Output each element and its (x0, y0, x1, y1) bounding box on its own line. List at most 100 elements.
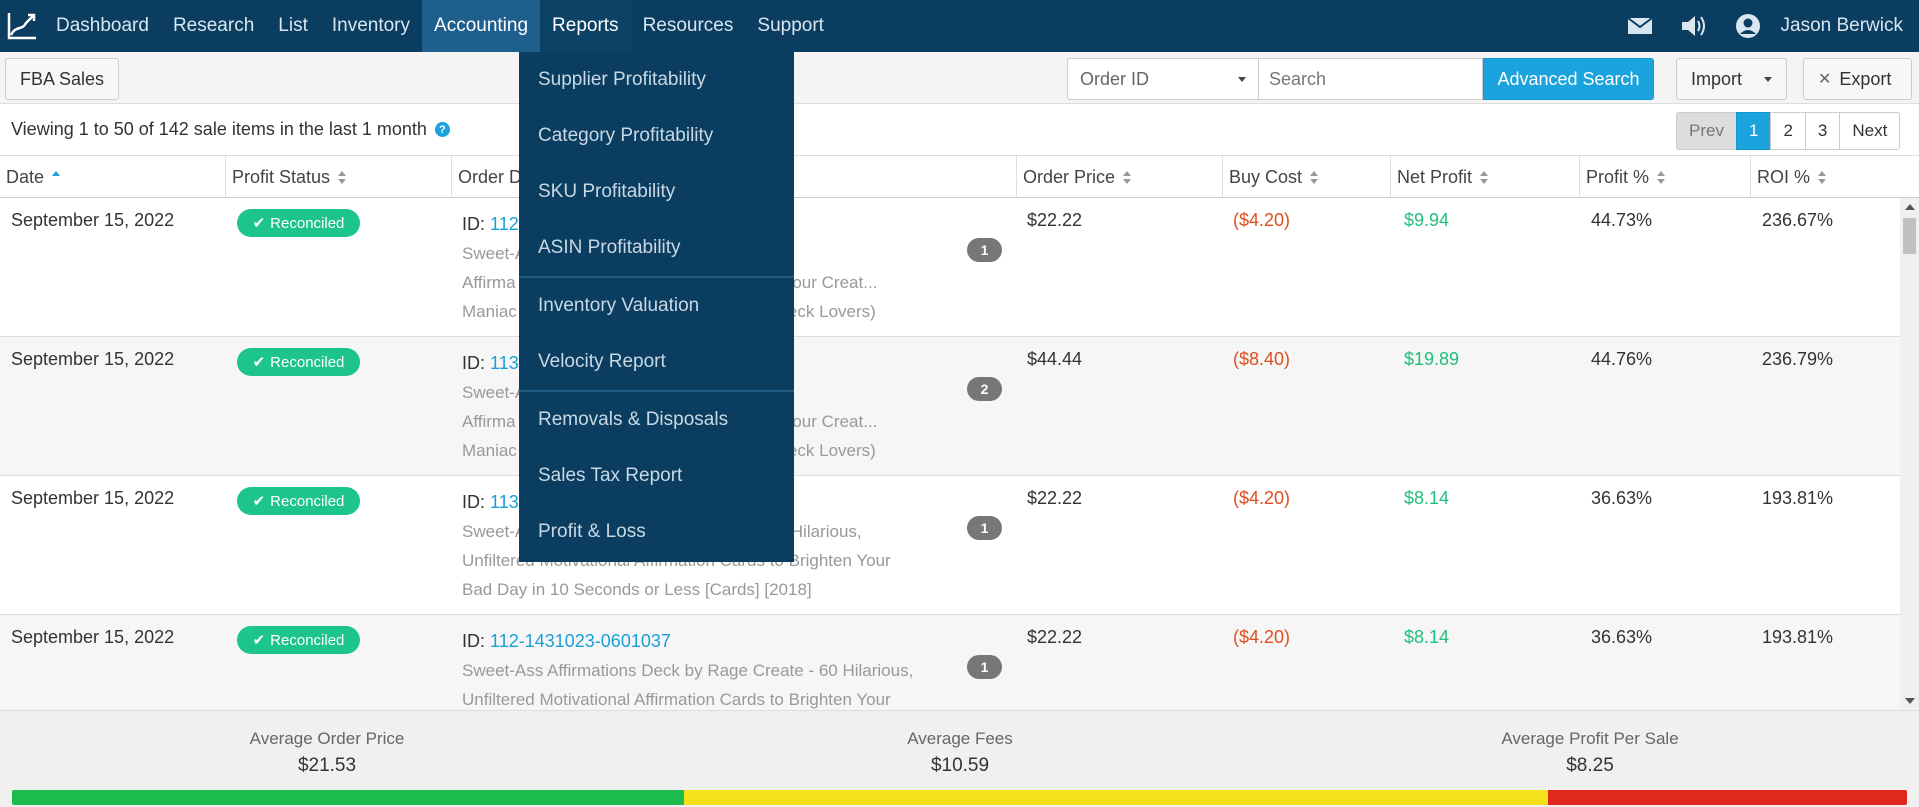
quantity-badge: 1 (967, 238, 1002, 262)
order-id-link[interactable]: 113 (490, 492, 519, 512)
table-row[interactable]: September 15, 2022 ✔ Reconciled ID: 112 S… (0, 198, 1900, 337)
menu-asin-profitability[interactable]: ASIN Profitability (519, 220, 794, 276)
mail-icon[interactable] (1625, 11, 1655, 41)
order-id-label: ID: (462, 492, 486, 512)
table-row[interactable]: September 15, 2022 ✔ Reconciled ID: 113 S… (0, 337, 1900, 476)
menu-removals-disposals[interactable]: Removals & Disposals (519, 392, 794, 448)
roi-pct: 236.79% (1762, 349, 1834, 369)
search-field-select[interactable]: Order ID (1067, 58, 1259, 100)
status-label: Reconciled (270, 214, 345, 232)
menu-inventory-valuation[interactable]: Inventory Valuation (519, 278, 794, 334)
export-label: Export (1839, 68, 1892, 89)
menu-sku-profitability[interactable]: SKU Profitability (519, 164, 794, 220)
import-label: Import (1691, 68, 1743, 89)
toolbar: FBA Sales Order ID Advanced Search Impor… (0, 52, 1919, 104)
avg-profit-stat: Average Profit Per Sale $8.25 (1440, 729, 1740, 777)
menu-profit-loss[interactable]: Profit & Loss (519, 504, 794, 560)
order-id-label: ID: (462, 214, 486, 234)
sort-asc-icon (52, 170, 61, 184)
app-logo-icon[interactable] (0, 0, 44, 52)
status-badge: ✔ Reconciled (237, 626, 360, 654)
nav-reports[interactable]: Reports (540, 0, 631, 52)
caret-down-icon (1238, 76, 1246, 82)
avg-order-price-value: $21.53 (297, 755, 357, 776)
nav-list[interactable]: List (266, 0, 320, 52)
net-profit: $19.89 (1404, 349, 1460, 369)
bar-segment-order-price (12, 790, 684, 805)
order-id-link[interactable]: 113 (490, 353, 519, 373)
column-profit-pct[interactable]: Profit % (1579, 156, 1750, 198)
status-label: Reconciled (270, 631, 345, 649)
results-summary-bar: Viewing 1 to 50 of 142 sale items in the… (0, 104, 1919, 156)
profit-pct: 36.63% (1591, 488, 1653, 508)
column-buy-cost-label: Buy Cost (1229, 166, 1303, 187)
nav-research[interactable]: Research (161, 0, 266, 52)
nav-inventory[interactable]: Inventory (320, 0, 422, 52)
pager-page-2[interactable]: 2 (1770, 112, 1806, 150)
pager-next[interactable]: Next (1839, 112, 1901, 150)
roi-pct: 236.67% (1762, 210, 1834, 230)
order-price: $22.22 (1027, 627, 1083, 647)
profit-pct: 44.73% (1591, 210, 1653, 230)
status-badge: ✔ Reconciled (237, 348, 360, 376)
nav-support[interactable]: Support (745, 0, 836, 52)
table-scrollbar[interactable] (1900, 198, 1919, 710)
order-price: $44.44 (1027, 349, 1083, 369)
search-input[interactable] (1259, 58, 1483, 100)
user-name[interactable]: Jason Berwick (1781, 15, 1904, 37)
row-date: September 15, 2022 (11, 627, 175, 647)
viewing-text-wrapper: Viewing 1 to 50 of 142 sale items in the… (11, 119, 450, 140)
row-date: September 15, 2022 (11, 210, 175, 230)
table-body: September 15, 2022 ✔ Reconciled ID: 112 S… (0, 198, 1900, 710)
column-order-price[interactable]: Order Price (1016, 156, 1222, 198)
profit-pct: 44.76% (1591, 349, 1653, 369)
nav-accounting[interactable]: Accounting (422, 0, 541, 52)
scroll-thumb[interactable] (1903, 218, 1916, 254)
top-navigation: Dashboard Research List Inventory Accoun… (0, 0, 1919, 52)
help-icon[interactable]: ? (434, 122, 450, 137)
scroll-down-icon[interactable] (1905, 698, 1915, 704)
order-id-label: ID: (462, 353, 486, 373)
user-avatar-icon[interactable] (1733, 11, 1763, 41)
avg-order-price-stat: Average Order Price $21.53 (177, 729, 477, 777)
net-profit: $8.14 (1404, 488, 1450, 508)
volume-icon[interactable] (1679, 11, 1709, 41)
column-roi-pct[interactable]: ROI % (1750, 156, 1919, 198)
column-roi-pct-label: ROI % (1757, 166, 1811, 187)
fba-sales-button[interactable]: FBA Sales (5, 58, 120, 100)
order-details: ID: 112-1431023-0601037 Sweet-Ass Affirm… (462, 627, 972, 710)
nav-dashboard[interactable]: Dashboard (44, 0, 161, 52)
column-net-profit[interactable]: Net Profit (1390, 156, 1579, 198)
scroll-up-icon[interactable] (1905, 204, 1915, 210)
column-profit-status[interactable]: Profit Status (225, 156, 451, 198)
import-button[interactable]: Import (1676, 58, 1787, 100)
column-buy-cost[interactable]: Buy Cost (1222, 156, 1390, 198)
nav-resources[interactable]: Resources (631, 0, 746, 52)
buy-cost: ($4.20) (1233, 210, 1291, 230)
order-id-link[interactable]: 112 (490, 214, 519, 234)
avg-order-price-label: Average Order Price (249, 729, 405, 748)
order-price: $22.22 (1027, 488, 1083, 508)
table-row[interactable]: September 15, 2022 ✔ Reconciled ID: 113 S… (0, 476, 1900, 615)
caret-down-icon (1764, 76, 1772, 82)
menu-supplier-profitability[interactable]: Supplier Profitability (519, 52, 794, 108)
export-button[interactable]: ✕ Export (1803, 58, 1912, 100)
order-id-link[interactable]: 112-1431023-0601037 (490, 631, 671, 651)
pager-page-1[interactable]: 1 (1735, 112, 1772, 150)
order-price: $22.22 (1027, 210, 1083, 230)
breakdown-bar (12, 790, 1907, 805)
advanced-search-button[interactable]: Advanced Search (1483, 58, 1654, 100)
pager-prev[interactable]: Prev (1676, 112, 1737, 150)
pager-page-3[interactable]: 3 (1804, 112, 1841, 150)
column-date-label: Date (6, 166, 45, 187)
viewing-text: Viewing 1 to 50 of 142 sale items in the… (11, 119, 427, 139)
menu-category-profitability[interactable]: Category Profitability (519, 108, 794, 164)
buy-cost: ($4.20) (1233, 627, 1291, 647)
menu-sales-tax-report[interactable]: Sales Tax Report (519, 448, 794, 504)
column-date[interactable]: Date (0, 156, 225, 198)
avg-profit-value: $8.25 (1566, 755, 1614, 776)
status-badge: ✔ Reconciled (237, 209, 360, 237)
table-row[interactable]: September 15, 2022 ✔ Reconciled ID: 112-1… (0, 615, 1900, 710)
avg-profit-label: Average Profit Per Sale (1501, 729, 1679, 748)
menu-velocity-report[interactable]: Velocity Report (519, 334, 794, 390)
